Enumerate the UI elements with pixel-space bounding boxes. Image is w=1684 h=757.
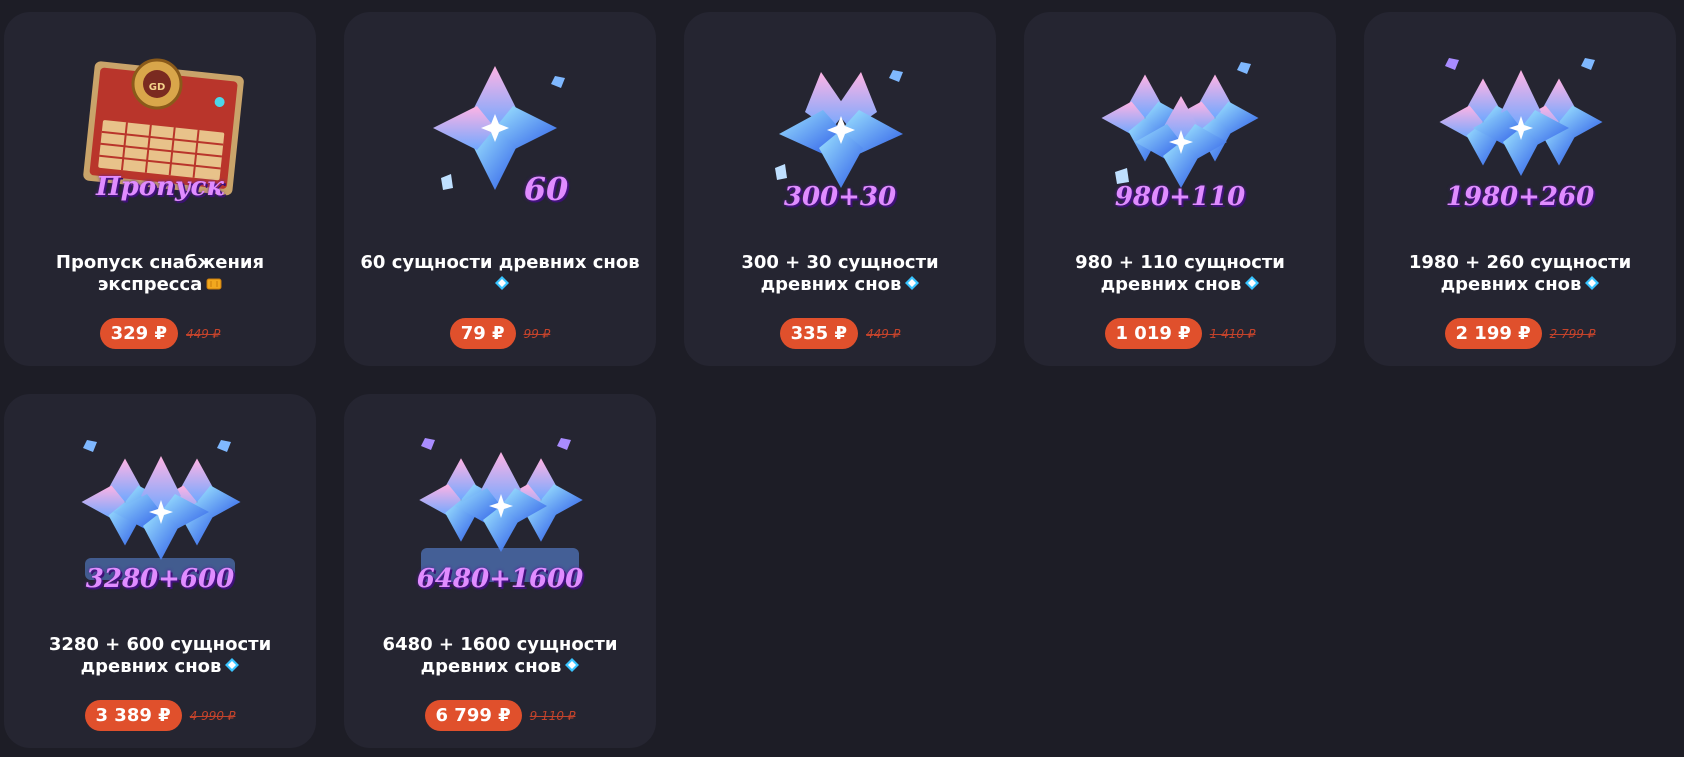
product-title: 3280 + 600 сущности древних снов <box>48 634 272 678</box>
price-button[interactable]: 6 799 ₽ <box>424 700 522 731</box>
product-card-supply-pass[interactable]: GD Пропуск Пропуск снабжения экспресса 3… <box>4 12 316 366</box>
product-title: 60 сущности древних снов <box>356 252 644 296</box>
price-button[interactable]: 1 019 ₽ <box>1104 318 1202 349</box>
product-card-980-110[interactable]: 980+110 980 + 110 сущности древних снов … <box>1024 12 1336 366</box>
product-title: 1980 + 260 сущности древних снов <box>1408 252 1632 296</box>
dream-essence-icon <box>565 656 580 678</box>
old-price: 9 110 ₽ <box>529 708 576 723</box>
old-price: 449 ₽ <box>866 326 901 341</box>
old-price: 449 ₽ <box>186 326 221 341</box>
old-price: 4 990 ₽ <box>189 708 236 723</box>
product-badge: 3280+600 <box>85 564 235 594</box>
price-button[interactable]: 3 389 ₽ <box>84 700 182 731</box>
price-button[interactable]: 329 ₽ <box>99 318 178 349</box>
product-badge: 1980+260 <box>1445 182 1595 212</box>
product-badge: Пропуск <box>96 172 224 202</box>
dream-essence-icon <box>225 656 240 678</box>
dream-essence-icon <box>1585 274 1600 296</box>
dream-essence-icon <box>905 274 920 296</box>
product-card-3280-600[interactable]: 3280+600 3280 + 600 сущности древних сно… <box>4 394 316 748</box>
product-title: 980 + 110 сущности древних снов <box>1075 252 1285 296</box>
dream-essence-icon <box>1245 274 1260 296</box>
ticket-icon <box>206 274 222 296</box>
product-card-1980-260[interactable]: 1980+260 1980 + 260 сущности древних сно… <box>1364 12 1676 366</box>
product-card-6480-1600[interactable]: 6480+1600 6480 + 1600 сущности древних с… <box>344 394 656 748</box>
product-badge: 6480+1600 <box>416 564 584 594</box>
old-price: 99 ₽ <box>523 326 551 341</box>
price-button[interactable]: 2 199 ₽ <box>1444 318 1542 349</box>
svg-text:GD: GD <box>149 82 166 93</box>
product-title: Пропуск снабжения экспресса <box>55 252 265 296</box>
product-grid: GD Пропуск Пропуск снабжения экспресса 3… <box>0 0 1684 757</box>
product-title: 300 + 30 сущности древних снов <box>741 252 939 296</box>
product-title: 6480 + 1600 сущности древних снов <box>382 634 618 678</box>
dream-essence-icon <box>495 274 509 296</box>
product-card-300-30[interactable]: 300+30 300 + 30 сущности древних снов 33… <box>684 12 996 366</box>
product-badge: 60 <box>523 170 569 208</box>
old-price: 1 410 ₽ <box>1209 326 1256 341</box>
product-badge: 300+30 <box>783 182 897 212</box>
price-button[interactable]: 79 ₽ <box>449 318 516 349</box>
old-price: 2 799 ₽ <box>1549 326 1596 341</box>
price-button[interactable]: 335 ₽ <box>779 318 858 349</box>
product-card-60[interactable]: 60 60 сущности древних снов 79 ₽ 99 ₽ <box>344 12 656 366</box>
product-badge: 980+110 <box>1114 182 1246 212</box>
